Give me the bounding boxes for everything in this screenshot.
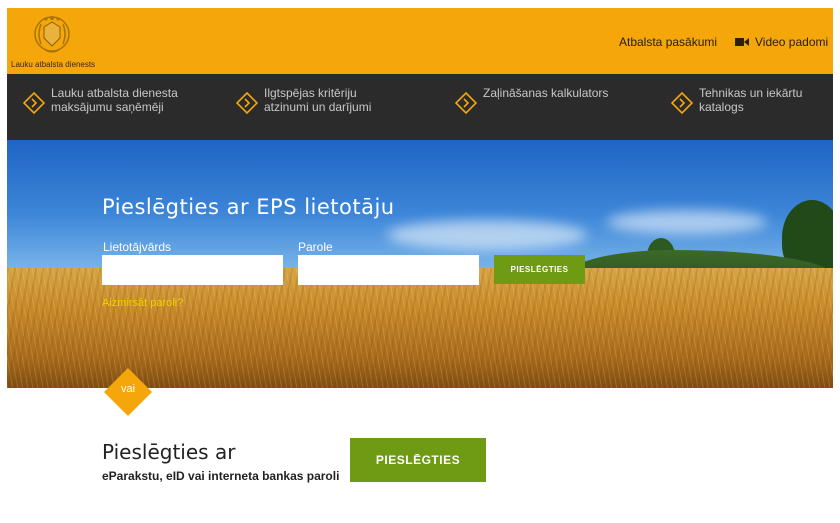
- username-input[interactable]: [102, 255, 283, 285]
- password-label: Parole: [298, 240, 333, 254]
- chevron-right-diamond-icon: [23, 92, 45, 114]
- page-frame: Lauku atbalsta dienests Atbalsta pasākum…: [7, 8, 833, 523]
- password-input[interactable]: [298, 255, 479, 285]
- eparaksts-login-button[interactable]: PIESLĒGTIES: [350, 438, 486, 482]
- support-measures-link[interactable]: Atbalsta pasākumi: [619, 35, 717, 49]
- nav-item-label: Zaļināšanas kalkulators: [483, 86, 609, 100]
- video-tips-link[interactable]: Video padomi: [755, 35, 828, 49]
- nav-item-label: Lauku atbalsta dienesta maksājumu saņēmēj…: [51, 86, 178, 114]
- username-label: Lietotājvārds: [103, 240, 172, 254]
- alt-login-subtitle: eParakstu, eID vai interneta bankas paro…: [102, 469, 340, 483]
- video-camera-icon: [735, 38, 749, 46]
- chevron-right-diamond-icon: [671, 92, 693, 114]
- chevron-right-diamond-icon: [236, 92, 258, 114]
- nav-item-label: Ilgtspējas kritēriju atzinumi un darījumi: [264, 86, 372, 114]
- chevron-right-diamond-icon: [455, 92, 477, 114]
- nav-bar: Lauku atbalsta dienesta maksājumu saņēmēj…: [7, 74, 833, 140]
- logo-text: Lauku atbalsta dienests: [11, 60, 96, 69]
- coat-of-arms-logo[interactable]: [29, 12, 75, 58]
- top-header: Lauku atbalsta dienests Atbalsta pasākum…: [7, 8, 833, 74]
- nav-item-label: Tehnikas un iekārtu katalogs: [699, 86, 803, 114]
- forgot-password-link[interactable]: Aizmirsāt paroli?: [102, 297, 183, 309]
- or-separator-label: vai: [120, 383, 136, 395]
- alt-login-title: Pieslēgties ar: [102, 440, 236, 464]
- login-title: Pieslēgties ar EPS lietotāju: [102, 195, 395, 219]
- eps-login-button[interactable]: PIESLĒGTIES: [494, 255, 585, 284]
- hero-banner: Pieslēgties ar EPS lietotāju Lietotājvār…: [7, 140, 833, 388]
